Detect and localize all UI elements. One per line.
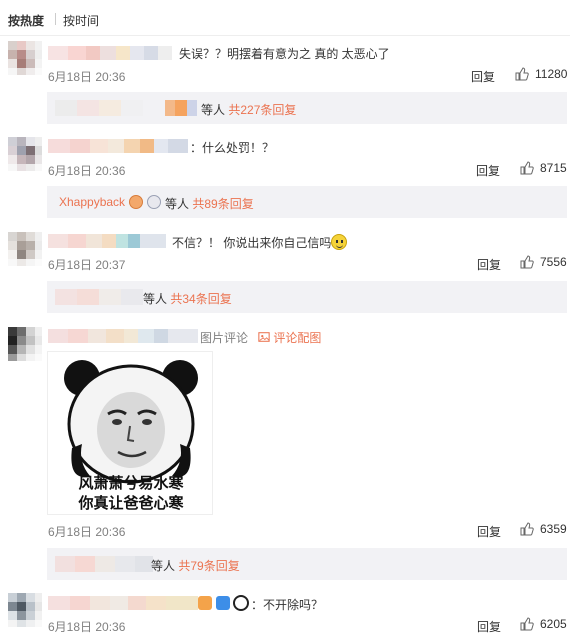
tab-sort-by-hot[interactable]: 按热度 <box>8 12 44 29</box>
username[interactable] <box>48 46 172 60</box>
comment-image[interactable]: 风萧萧兮易水寒 你真让爸爸心寒 <box>47 351 213 515</box>
sub-replies-box[interactable]: 等人 共34条回复 <box>47 281 567 313</box>
tab-sort-by-time[interactable]: 按时间 <box>63 12 99 29</box>
avatar[interactable] <box>8 41 42 75</box>
sub-reply-summary[interactable]: 等人 共227条回复 <box>201 101 296 118</box>
sub-reply-summary[interactable]: 等人 共79条回复 <box>151 557 240 574</box>
sub-reply-count[interactable]: 共89条回复 <box>192 197 253 211</box>
username[interactable] <box>48 596 198 610</box>
sub-replies-box[interactable]: 等人 共227条回复 <box>47 92 567 124</box>
reply-button[interactable]: 回复 <box>471 68 495 85</box>
like-button[interactable]: 6359 <box>520 522 567 536</box>
like-button[interactable]: 6205 <box>520 617 567 631</box>
comment-date: 6月18日 20:37 <box>48 258 126 272</box>
sub-reply-username[interactable]: Xhappyback <box>59 195 125 209</box>
image-comment-label: 图片评论 <box>200 331 249 345</box>
reply-button[interactable]: 回复 <box>477 618 501 635</box>
sub-reply-summary[interactable]: 等人 共89条回复 <box>165 195 254 212</box>
panda-emoji-icon <box>233 595 249 611</box>
member-badge-icon <box>216 596 230 610</box>
sub-reply-users <box>55 556 153 572</box>
comment-date: 6月18日 20:36 <box>48 525 126 539</box>
thumbs-up-icon <box>520 617 534 631</box>
username[interactable] <box>48 234 166 248</box>
meme-caption-line-2: 你真让爸爸心寒 <box>78 494 184 512</box>
thumbs-up-icon <box>515 67 529 81</box>
like-button[interactable]: 11280 <box>515 67 567 81</box>
comment-text: 不信？！ 你说出来你自己信吗 <box>172 234 348 251</box>
image-comment-link[interactable]: 评论配图 <box>258 329 321 346</box>
avatar[interactable] <box>8 593 42 627</box>
thumbs-up-icon <box>520 522 534 536</box>
thumbs-up-icon <box>520 161 534 175</box>
reply-button[interactable]: 回复 <box>476 162 500 179</box>
sub-replies-box[interactable]: Xhappyback 等人 共89条回复 <box>47 186 567 218</box>
username[interactable] <box>48 139 188 153</box>
like-count: 7556 <box>540 255 567 269</box>
avatar[interactable] <box>8 232 42 266</box>
reply-button[interactable]: 回复 <box>477 523 501 540</box>
sub-reply-users <box>55 100 199 116</box>
like-count: 6359 <box>540 522 567 536</box>
like-count: 8715 <box>540 161 567 175</box>
sort-bar: 按热度 按时间 <box>0 0 570 36</box>
meme-caption-line-1: 风萧萧兮易水寒 <box>78 474 184 492</box>
like-count: 6205 <box>540 617 567 631</box>
comment-text: ：不开除吗？ <box>251 598 324 612</box>
comment-text: ：什么处罚！？ <box>190 141 275 155</box>
sub-reply-count[interactable]: 共79条回复 <box>178 559 239 573</box>
thumbs-up-icon <box>520 255 534 269</box>
like-count: 11280 <box>535 67 568 81</box>
sub-reply-count[interactable]: 共227条回复 <box>228 103 296 117</box>
avatar[interactable] <box>8 137 42 171</box>
avatar[interactable] <box>8 327 42 361</box>
sub-reply-count[interactable]: 共34条回复 <box>170 292 231 306</box>
smiley-icon <box>331 234 348 250</box>
level-badge-icon <box>147 195 161 209</box>
vip-badge-icon <box>198 596 212 610</box>
sub-reply-summary[interactable]: 等人 共34条回复 <box>143 290 232 307</box>
comment-date: 6月18日 20:36 <box>48 164 126 178</box>
sub-reply-users <box>55 289 143 305</box>
comment-date: 6月18日 20:36 <box>48 70 126 84</box>
username[interactable] <box>48 329 198 343</box>
comment-text: 失误？？明摆着有意为之 真的 太恶心了 <box>179 47 390 61</box>
sub-replies-box[interactable]: 等人 共79条回复 <box>47 548 567 580</box>
tab-divider <box>55 13 56 25</box>
user-badge-icon <box>129 195 143 209</box>
image-comment-icon <box>258 332 270 342</box>
like-button[interactable]: 7556 <box>520 255 567 269</box>
reply-button[interactable]: 回复 <box>477 256 501 273</box>
comment-date: 6月18日 20:36 <box>48 620 126 634</box>
like-button[interactable]: 8715 <box>520 161 567 175</box>
